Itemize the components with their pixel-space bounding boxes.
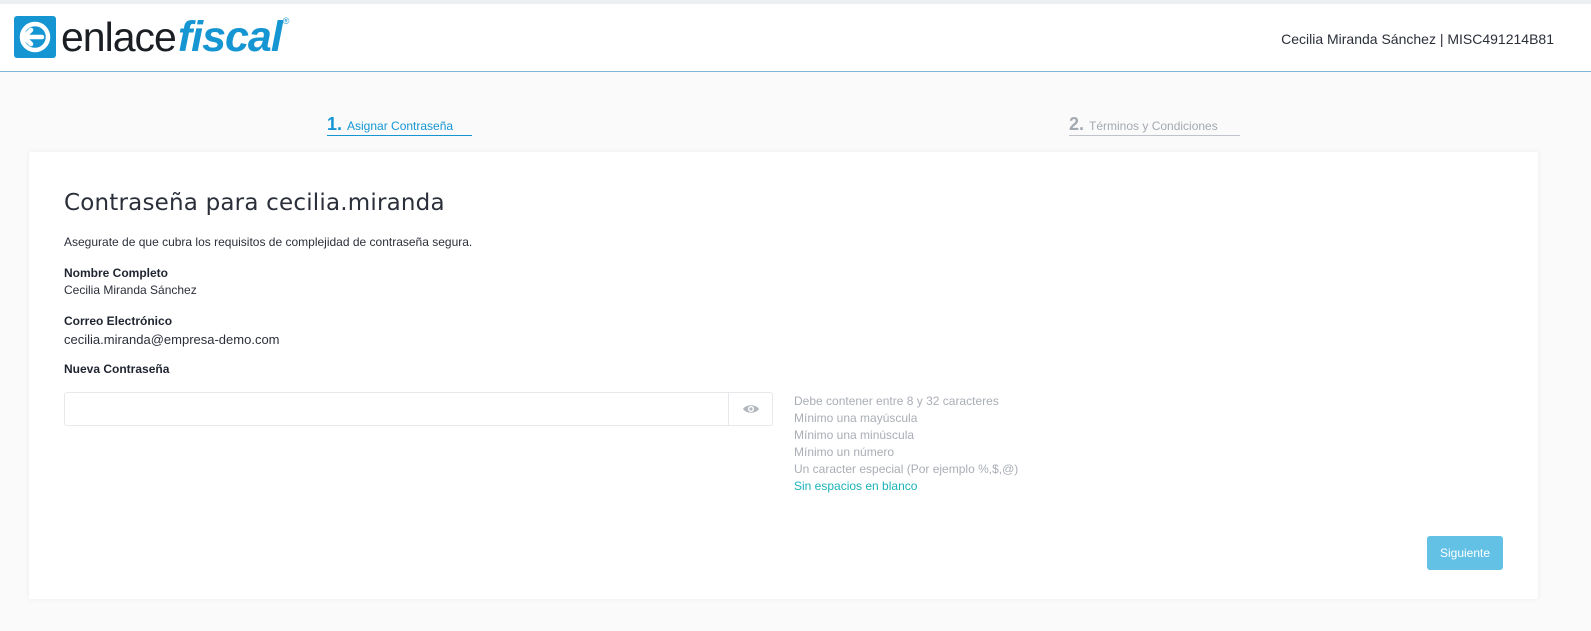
rule-no-spaces: Sin espacios en blanco (794, 479, 918, 493)
step-label: Términos y Condiciones (1089, 119, 1218, 133)
rule-lowercase: Mínimo una minúscula (794, 428, 915, 442)
rule-special-char: Un caracter especial (Por ejemplo %,$,@) (794, 462, 1019, 476)
next-button[interactable]: Siguiente (1427, 536, 1503, 570)
full-name-label: Nombre Completo (64, 266, 169, 280)
toggle-password-visibility-button[interactable] (728, 393, 772, 425)
password-field-group (64, 392, 773, 426)
rule-uppercase: Mínimo una mayúscula (794, 411, 918, 425)
logo-text-accent: fiscal (177, 13, 283, 61)
eye-icon (742, 405, 759, 413)
page-title: Contraseña para cecilia.miranda (64, 190, 445, 216)
enlacefiscal-logo[interactable]: enlace fiscal ® (14, 15, 289, 65)
step-label: Asignar Contraseña (347, 119, 454, 133)
step-number: 1. (327, 114, 343, 134)
step-number: 2. (1069, 114, 1085, 134)
email-label: Correo Electrónico (64, 314, 173, 328)
logo-arrow-icon (14, 16, 56, 58)
password-form-card: Contraseña para cecilia.miranda Asegurat… (29, 152, 1538, 599)
app-header: enlace fiscal ® Cecilia Miranda Sánchez … (0, 4, 1591, 72)
new-password-input[interactable] (65, 393, 728, 425)
new-password-label: Nueva Contraseña (64, 362, 170, 376)
user-info: Cecilia Miranda Sánchez | MISC491214B81 (1281, 31, 1554, 47)
step-terms-conditions[interactable]: 2. Términos y Condiciones (1069, 114, 1240, 136)
step-assign-password[interactable]: 1. Asignar Contraseña (327, 114, 472, 136)
email-value: cecilia.miranda@empresa-demo.com (64, 332, 280, 347)
rule-number: Mínimo un número (794, 445, 895, 459)
rule-length: Debe contener entre 8 y 32 caracteres (794, 394, 999, 408)
form-description: Asegurate de que cubra los requisitos de… (64, 235, 473, 249)
password-requirements-list: Debe contener entre 8 y 32 caracteres Mí… (794, 393, 1018, 495)
logo-registered-mark: ® (282, 16, 290, 26)
logo-text-primary: enlace (61, 14, 177, 60)
full-name-value: Cecilia Miranda Sánchez (64, 283, 197, 297)
